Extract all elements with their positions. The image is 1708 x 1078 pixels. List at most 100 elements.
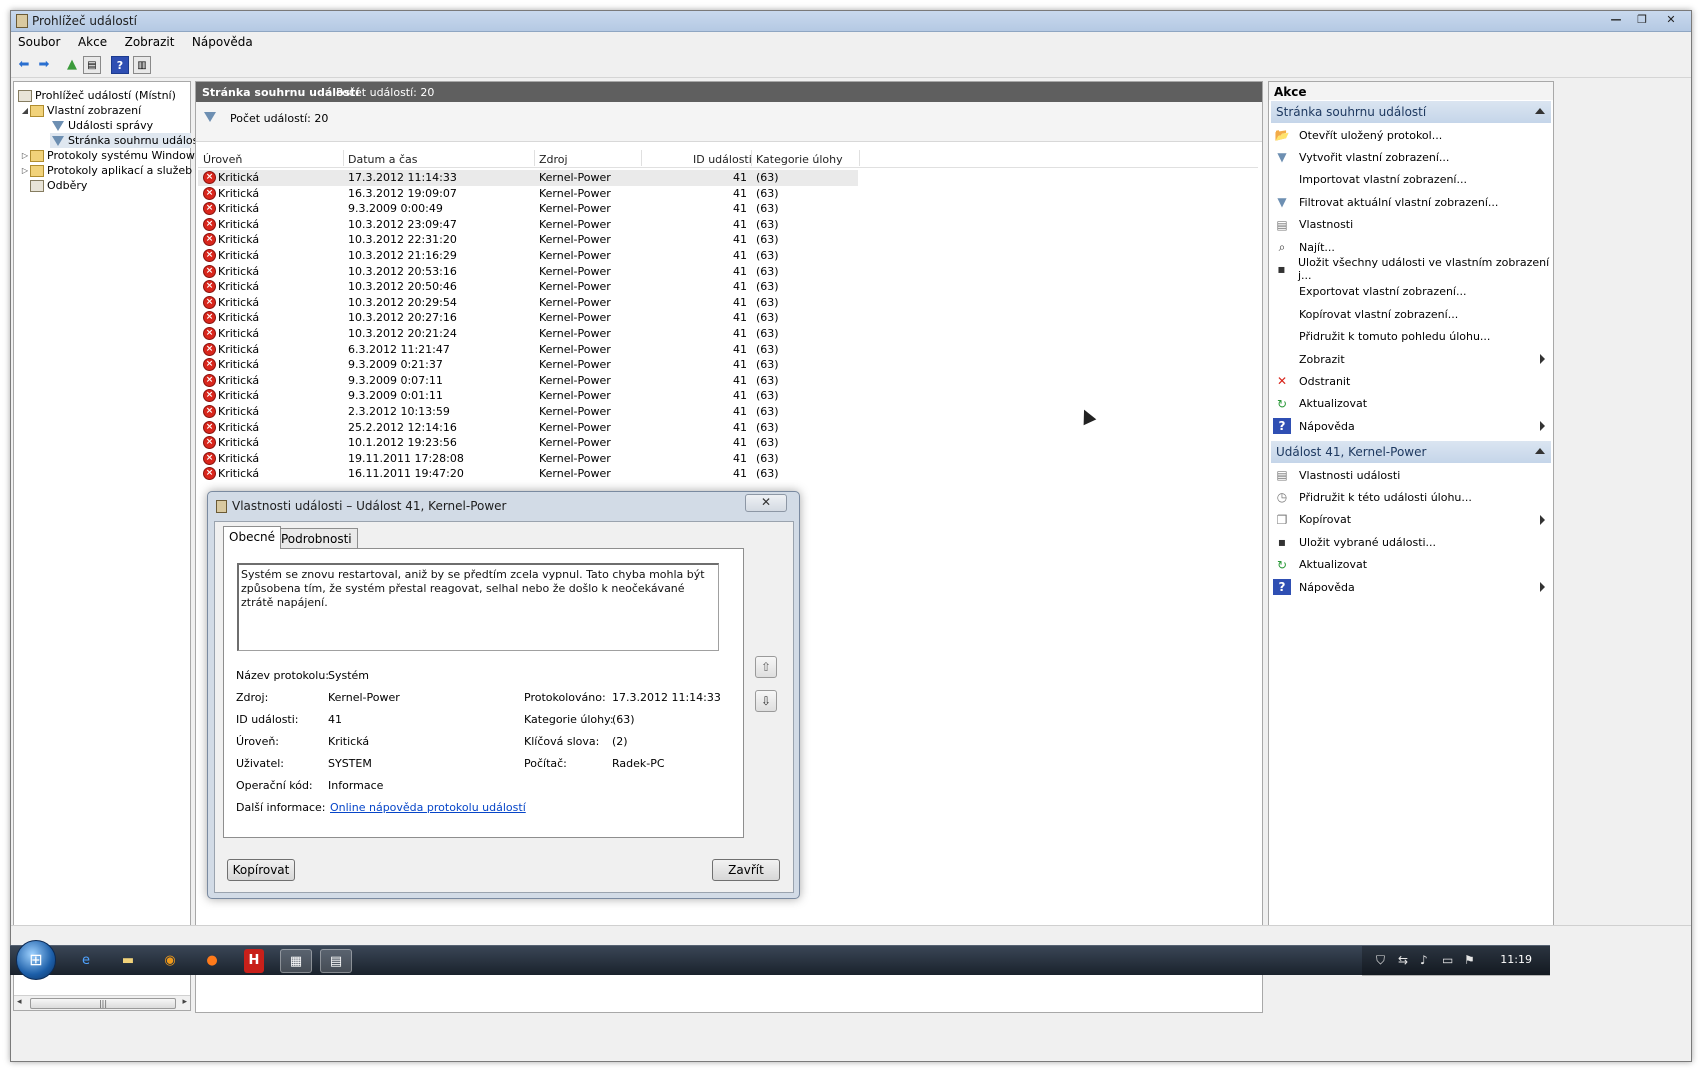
table-row[interactable]: × Kritická 6.3.2012 11:21:47 Kernel-Power 41… — [198, 342, 858, 358]
avast-icon[interactable]: ◉ — [154, 949, 186, 973]
action-item[interactable]: ▪ Uložit všechny události ve vlastním zob… — [1271, 256, 1551, 282]
table-row[interactable]: × Kritická 10.3.2012 20:29:54 Kernel-Power 4… — [198, 295, 858, 311]
table-row[interactable]: × Kritická 16.3.2012 19:09:07 Kernel-Power 4… — [198, 186, 858, 202]
h-icon[interactable]: H — [244, 949, 264, 973]
table-row[interactable]: × Kritická 10.3.2012 23:09:47 Kernel-Power 4… — [198, 217, 858, 233]
forward-arrow-icon[interactable]: ➡ — [35, 56, 53, 74]
column-date[interactable]: Datum a čas — [348, 153, 417, 166]
table-row[interactable]: × Kritická 10.3.2012 20:27:16 Kernel-Power 4… — [198, 310, 858, 326]
horizontal-scrollbar[interactable]: ◂ ||| ▸ — [14, 995, 190, 1010]
firefox-icon[interactable]: ● — [196, 949, 228, 973]
title-bar[interactable]: Prohlížeč událostí — ❐ ✕ — [11, 11, 1691, 32]
section-event-41[interactable]: Událost 41, Kernel-Power — [1271, 441, 1551, 463]
previous-event-button[interactable]: ⇧ — [755, 656, 777, 678]
tree-item-subscriptions[interactable]: Odběry — [30, 178, 87, 193]
close-button[interactable]: ✕ — [1655, 11, 1687, 28]
action-item[interactable]: ↻ Aktualizovat — [1271, 554, 1551, 576]
flag-icon[interactable]: ⚑ — [1464, 953, 1475, 967]
column-level[interactable]: Úroveň — [203, 153, 242, 166]
action-item[interactable]: ▼ Vytvořit vlastní zobrazení... — [1271, 146, 1551, 168]
ie-icon[interactable]: e — [70, 949, 102, 973]
volume-icon[interactable]: ♪ — [1420, 953, 1428, 967]
table-row[interactable]: × Kritická 25.2.2012 12:14:16 Kernel-Power 4… — [198, 420, 858, 436]
action-item[interactable]: ▤ Vlastnosti — [1271, 214, 1551, 236]
action-item[interactable]: ? Nápověda — [1271, 576, 1551, 598]
next-event-button[interactable]: ⇩ — [755, 690, 777, 712]
menu-zobrazit[interactable]: Zobrazit — [118, 32, 182, 52]
explorer-icon[interactable]: ▬ — [112, 949, 144, 973]
dialog-close-button[interactable]: ✕ — [745, 494, 787, 512]
copy-button[interactable]: Kopírovat — [227, 859, 295, 881]
collapse-icon[interactable] — [1535, 448, 1545, 454]
action-item[interactable]: Zobrazit — [1271, 348, 1551, 370]
action-item[interactable]: ▼ Filtrovat aktuální vlastní zobrazení... — [1271, 191, 1551, 213]
tree-item-summary-page[interactable]: Stránka souhrnu událostí — [50, 133, 206, 148]
table-row[interactable]: × Kritická 16.11.2011 19:47:20 Kernel-Power… — [198, 466, 858, 482]
maximize-button[interactable]: ❐ — [1629, 11, 1655, 28]
back-arrow-icon[interactable]: ⬅ — [15, 56, 33, 74]
show-hide-action-pane-icon[interactable]: ▥ — [133, 56, 151, 74]
menu-soubor[interactable]: Soubor — [11, 32, 67, 52]
menu-napoveda[interactable]: Nápověda — [185, 32, 260, 52]
collapse-icon[interactable] — [1535, 108, 1545, 114]
action-item[interactable]: ▤ Vlastnosti události — [1271, 464, 1551, 486]
column-task-category[interactable]: Kategorie úlohy — [756, 153, 843, 166]
action-item[interactable]: ▪ Uložit vybrané události... — [1271, 531, 1551, 553]
network-icon[interactable]: ▦ — [280, 949, 312, 973]
event-description[interactable]: Systém se znovu restartoval, aniž by se … — [237, 563, 719, 651]
section-summary-page[interactable]: Stránka souhrnu událostí — [1271, 101, 1551, 123]
scroll-right-icon[interactable]: ▸ — [182, 997, 187, 1007]
menu-akce[interactable]: Akce — [71, 32, 114, 52]
shield-icon[interactable]: ⛉ — [1376, 953, 1385, 968]
help-icon[interactable]: ? — [111, 56, 129, 74]
display-icon[interactable]: ▭ — [1442, 953, 1453, 967]
table-row[interactable]: × Kritická 9.3.2009 0:21:37 Kernel-Power 41 (… — [198, 357, 858, 373]
table-row[interactable]: × Kritická 19.11.2011 17:28:08 Kernel-Power… — [198, 451, 858, 467]
minimize-button[interactable]: — — [1603, 11, 1629, 28]
clock[interactable]: 11:19 — [1500, 953, 1532, 966]
action-item[interactable]: ❐ Kopírovat — [1271, 509, 1551, 531]
table-row[interactable]: × Kritická 10.3.2012 20:21:24 Kernel-Power 4… — [198, 326, 858, 342]
column-source[interactable]: Zdroj — [539, 153, 568, 166]
tab-details[interactable]: Podrobnosti — [275, 528, 358, 548]
expand-icon[interactable]: ▷ — [20, 166, 30, 175]
start-button[interactable]: ⊞ — [16, 940, 56, 980]
up-folder-icon[interactable]: ▲ — [63, 56, 81, 74]
action-item[interactable]: ◷ Přidružit k této události úlohu... — [1271, 486, 1551, 508]
tree-item-local[interactable]: Prohlížeč událostí (Místní) — [18, 88, 176, 103]
action-item[interactable]: ⌕ Najít... — [1271, 236, 1551, 258]
close-dialog-button[interactable]: Zavřít — [712, 859, 780, 881]
column-event-id[interactable]: ID události — [693, 153, 752, 166]
table-row[interactable]: × Kritická 10.3.2012 22:31:20 Kernel-Power 4… — [198, 232, 858, 248]
show-hide-tree-icon[interactable]: ▤ — [83, 56, 101, 74]
table-row[interactable]: × Kritická 2.3.2012 10:13:59 Kernel-Power 41… — [198, 404, 858, 420]
action-item[interactable]: Importovat vlastní zobrazení... — [1271, 169, 1551, 191]
tree-item-custom-views[interactable]: ◢ Vlastní zobrazení — [20, 103, 141, 118]
action-item[interactable]: 📂 Otevřít uložený protokol... — [1271, 124, 1551, 146]
tree-item-windows-logs[interactable]: ▷ Protokoly systému Windows — [20, 148, 201, 163]
table-row[interactable]: × Kritická 9.3.2009 0:07:11 Kernel-Power 41 (… — [198, 373, 858, 389]
action-item[interactable]: ↻ Aktualizovat — [1271, 393, 1551, 415]
expand-icon[interactable]: ◢ — [20, 106, 30, 115]
tree-item-admin-events[interactable]: Události správy — [50, 118, 153, 133]
action-item[interactable]: Exportovat vlastní zobrazení... — [1271, 281, 1551, 303]
online-help-link[interactable]: Online nápověda protokolu událostí — [330, 801, 526, 814]
tree-item-app-logs[interactable]: ▷ Protokoly aplikací a služeb — [20, 163, 192, 178]
tab-general[interactable]: Obecné — [223, 526, 282, 549]
event-viewer-taskbar-icon[interactable]: ▤ — [320, 949, 352, 973]
network-tray-icon[interactable]: ⇆ — [1398, 953, 1408, 967]
action-item[interactable]: ✕ Odstranit — [1271, 370, 1551, 392]
expand-icon[interactable]: ▷ — [20, 151, 30, 160]
action-item[interactable]: Kopírovat vlastní zobrazení... — [1271, 303, 1551, 325]
table-row[interactable]: × Kritická 10.3.2012 20:53:16 Kernel-Power 4… — [198, 264, 858, 280]
action-item[interactable]: Přidružit k tomuto pohledu úlohu... — [1271, 326, 1551, 348]
scroll-left-icon[interactable]: ◂ — [17, 997, 22, 1007]
table-row[interactable]: × Kritická 9.3.2009 0:00:49 Kernel-Power 41 (… — [198, 201, 858, 217]
table-row[interactable]: × Kritická 10.3.2012 21:16:29 Kernel-Power 4… — [198, 248, 858, 264]
table-row[interactable]: × Kritická 10.3.2012 20:50:46 Kernel-Power 4… — [198, 279, 858, 295]
table-row[interactable]: × Kritická 17.3.2012 11:14:33 Kernel-Power 4… — [198, 170, 858, 186]
table-row[interactable]: × Kritická 10.1.2012 19:23:56 Kernel-Power 4… — [198, 435, 858, 451]
scrollbar-thumb[interactable]: ||| — [30, 998, 176, 1009]
action-item[interactable]: ? Nápověda — [1271, 415, 1551, 437]
table-row[interactable]: × Kritická 9.3.2009 0:01:11 Kernel-Power 41 (… — [198, 388, 858, 404]
